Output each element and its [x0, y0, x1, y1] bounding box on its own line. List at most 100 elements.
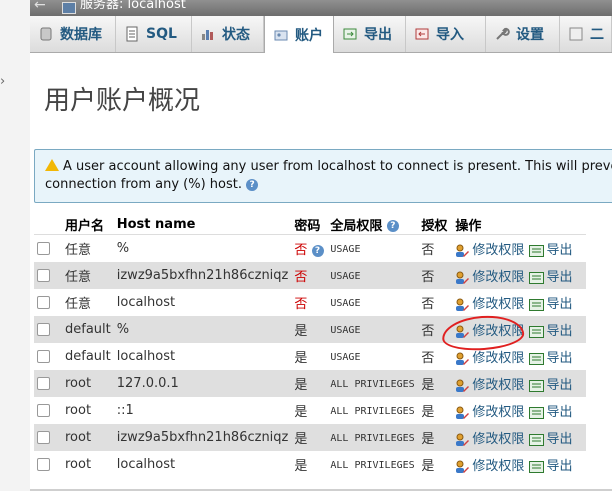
back-arrow-icon[interactable]: ←: [34, 0, 46, 13]
privileges-cell: ALL PRIVILEGES: [327, 397, 419, 424]
edit-privileges-link[interactable]: 修改权限: [455, 432, 524, 447]
grant-cell: 否: [418, 262, 453, 289]
tab-export[interactable]: 导出: [334, 16, 406, 52]
user-cell: default: [62, 316, 114, 343]
action-cell: 修改权限 导出: [452, 234, 587, 262]
header-grant: 授权: [418, 214, 453, 235]
edit-privileges-label: 修改权限: [472, 378, 525, 393]
export-link[interactable]: 导出: [528, 432, 573, 447]
row-select-cell: [34, 234, 62, 262]
host-cell: izwz9a5bxfhn21h86czniqz: [113, 424, 292, 451]
tab-status[interactable]: 状态: [192, 16, 264, 52]
row-checkbox[interactable]: [37, 242, 50, 255]
password-value: 是: [294, 378, 308, 393]
table-row: 任意 localhost 否 USAGE 否修改权限 导出: [34, 289, 587, 316]
tab-users[interactable]: 账户: [264, 16, 334, 53]
notice-line-2: connection from any (%) host.: [45, 177, 242, 192]
export-icon: [528, 460, 544, 473]
host-cell: %: [113, 316, 292, 343]
privileges-cell: ALL PRIVILEGES: [327, 451, 419, 478]
edit-privileges-label: 修改权限: [472, 459, 525, 474]
password-value: 是: [294, 459, 308, 474]
user-cell: 任意: [62, 289, 114, 316]
export-icon: [528, 433, 544, 446]
privileges-value: ALL PRIVILEGES: [330, 433, 415, 444]
row-checkbox[interactable]: [37, 296, 50, 309]
password-cell: 是: [291, 316, 328, 343]
tab-database[interactable]: 数据库: [30, 16, 116, 52]
edit-privileges-icon: [455, 460, 470, 474]
tab-wrench[interactable]: 设置: [486, 16, 560, 52]
row-checkbox[interactable]: [37, 350, 50, 363]
tab-label: 设置: [516, 27, 544, 43]
row-checkbox[interactable]: [37, 377, 50, 390]
header-password: 密码: [291, 214, 328, 235]
export-link[interactable]: 导出: [528, 351, 573, 366]
wrench-icon: [494, 26, 510, 42]
tab-import[interactable]: 导入: [406, 16, 486, 52]
user-cell: root: [62, 424, 114, 451]
tab-label: 数据库: [60, 27, 102, 43]
edit-privileges-link[interactable]: 修改权限: [455, 270, 524, 285]
host-cell: %: [113, 234, 292, 262]
export-link[interactable]: 导出: [528, 459, 573, 474]
export-link[interactable]: 导出: [528, 243, 573, 258]
export-label: 导出: [546, 297, 573, 312]
export-link[interactable]: 导出: [528, 324, 573, 339]
user-cell: 任意: [62, 262, 114, 289]
edit-privileges-link[interactable]: 修改权限: [455, 405, 524, 420]
tab-label: 导出: [364, 27, 392, 43]
privileges-cell: USAGE: [327, 316, 419, 343]
privileges-value: ALL PRIVILEGES: [330, 379, 415, 390]
collapse-handle-icon[interactable]: ›: [0, 74, 5, 89]
export-icon: [528, 298, 544, 311]
row-select-cell: [34, 343, 62, 370]
privileges-value: ALL PRIVILEGES: [330, 406, 415, 417]
top-tab-bar: 数据库 SQL 状态 账户 导出 导入 设置 二: [30, 16, 612, 53]
export-link[interactable]: 导出: [528, 297, 573, 312]
export-link[interactable]: 导出: [528, 378, 573, 393]
help-icon[interactable]: ?: [311, 244, 324, 257]
action-cell: 修改权限 导出: [452, 289, 587, 316]
table-row: root localhost 是 ALL PRIVILEGES 是修改权限 导出: [34, 451, 587, 478]
edit-privileges-label: 修改权限: [472, 432, 525, 447]
row-checkbox[interactable]: [37, 458, 50, 471]
row-select-cell: [34, 316, 62, 343]
export-label: 导出: [546, 459, 573, 474]
grant-cell: 否: [418, 289, 453, 316]
edit-privileges-link[interactable]: 修改权限: [455, 459, 524, 474]
row-checkbox[interactable]: [37, 323, 50, 336]
row-checkbox[interactable]: [37, 404, 50, 417]
tab-sql[interactable]: SQL: [116, 16, 192, 52]
edit-privileges-link[interactable]: 修改权限: [455, 243, 524, 258]
notice-box: A user account allowing any user from lo…: [34, 149, 612, 203]
password-value: 是: [294, 351, 308, 366]
help-icon[interactable]: ?: [246, 178, 259, 191]
export-link[interactable]: 导出: [528, 270, 573, 285]
edit-privileges-link[interactable]: 修改权限: [455, 378, 524, 393]
notice-line-1: A user account allowing any user from lo…: [63, 159, 612, 174]
export-icon: [528, 325, 544, 338]
left-panel-strip: ›: [0, 0, 31, 491]
export-label: 导出: [546, 270, 573, 285]
tab-more[interactable]: 二: [560, 16, 612, 52]
grant-cell: 是: [418, 370, 453, 397]
privileges-cell: ALL PRIVILEGES: [327, 370, 419, 397]
edit-privileges-link[interactable]: 修改权限: [455, 324, 524, 339]
users-icon: [273, 27, 289, 43]
host-cell: localhost: [113, 343, 292, 370]
password-cell: 否 ?: [291, 234, 328, 262]
privileges-cell: USAGE: [327, 343, 419, 370]
row-checkbox[interactable]: [37, 431, 50, 444]
row-select-cell: [34, 397, 62, 424]
edit-privileges-link[interactable]: 修改权限: [455, 297, 524, 312]
password-value: 否: [294, 243, 308, 258]
help-icon[interactable]: ?: [386, 220, 399, 232]
edit-privileges-icon: [455, 406, 470, 420]
export-link[interactable]: 导出: [528, 405, 573, 420]
row-checkbox[interactable]: [37, 269, 50, 282]
export-label: 导出: [546, 324, 573, 339]
header-action: 操作: [452, 214, 587, 235]
edit-privileges-link[interactable]: 修改权限: [455, 351, 524, 366]
edit-privileges-label: 修改权限: [472, 270, 525, 285]
